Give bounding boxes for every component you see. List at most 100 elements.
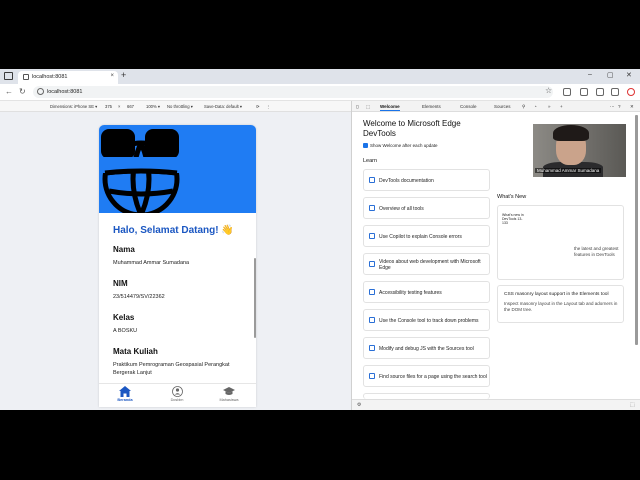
code-icon [369, 345, 375, 351]
nav-item-beranda[interactable]: Beranda [105, 386, 145, 402]
learn-card-devtools-docs[interactable]: DevTools documentation [363, 169, 490, 191]
learn-card-label: Accessibility testing features [379, 289, 442, 296]
add-tool-icon[interactable]: + [560, 104, 563, 109]
field-label-mata-kuliah: Mata Kuliah [113, 347, 158, 356]
more-options-icon[interactable]: ⋮ [266, 104, 270, 109]
learn-card-overview[interactable]: Overview of all tools [363, 197, 490, 219]
field-value-kelas: A BOSKU [113, 328, 138, 334]
emulated-viewport: Halo, Selamat Datang! 👋 Nama Muhammad Am… [0, 112, 351, 410]
console-icon [369, 317, 375, 323]
device-emulation-icon[interactable]: ▯ [356, 104, 358, 110]
devtools-tab-bar: ▯ ⬚ Welcome Elements Console Sources ⚲ ◔… [352, 101, 640, 112]
nav-label-beranda: Beranda [117, 398, 133, 402]
zoom-select[interactable]: 100% ▾ [146, 104, 160, 109]
refresh-icon[interactable]: ↻ [19, 87, 26, 96]
tab-sources[interactable]: Sources [494, 104, 511, 109]
device-toolbar: Dimensions: iPhone SE ▾ 375 × 667 100% ▾… [0, 101, 351, 112]
browser-tab-strip: localhost:8081 × + – ▢ ✕ [0, 69, 640, 84]
learn-card-sources[interactable]: Modify and debug JS with the Sources too… [363, 337, 490, 359]
learn-card-label: Use the Console tool to track down probl… [379, 317, 479, 324]
more-tools-icon[interactable]: » [548, 104, 551, 109]
performance-icon[interactable]: ◔ [534, 104, 537, 109]
learn-card-search[interactable]: Find source files for a page using the s… [363, 365, 490, 387]
whats-new-thumbnail: What's new in DevTools 13-133 [502, 213, 524, 225]
close-window-button[interactable]: ✕ [626, 71, 632, 79]
checkbox-checked-icon[interactable] [363, 143, 368, 148]
devtools-scrollbar[interactable] [635, 115, 638, 345]
settings-more-icon[interactable] [611, 88, 619, 96]
welcome-title: Welcome to Microsoft Edge DevTools [363, 119, 461, 138]
show-welcome-label: Show Welcome after each update [370, 143, 438, 148]
tab-title: localhost:8081 [32, 74, 68, 80]
css-masonry-description: Inspect masonry layout in the Layout tab… [504, 301, 618, 312]
window-menu-icon[interactable] [4, 72, 13, 80]
page-favicon-icon [23, 74, 29, 80]
rotate-icon[interactable]: ⟳ [256, 104, 260, 109]
back-icon[interactable]: ← [5, 87, 13, 96]
url-text: localhost:8081 [47, 89, 83, 95]
nav-item-dosbim[interactable]: Dosbim [157, 386, 197, 402]
site-info-icon[interactable] [37, 88, 44, 95]
accessibility-icon [369, 289, 375, 295]
learn-card-label: Overview of all tools [379, 205, 424, 212]
webcam-overlay: Muhammad Ammar Sumadana [533, 124, 626, 177]
learn-card-label: Modify and debug JS with the Sources too… [379, 345, 474, 352]
css-masonry-card[interactable]: CSS masonry layout support in the Elemen… [497, 285, 624, 323]
maximize-button[interactable]: ▢ [607, 71, 614, 79]
learn-card-console[interactable]: Use the Console tool to track down probl… [363, 309, 490, 331]
tab-console[interactable]: Console [460, 104, 477, 109]
home-icon [119, 386, 131, 397]
video-icon [369, 261, 375, 267]
nav-label-dosbim: Dosbim [170, 398, 184, 402]
tab-elements[interactable]: Elements [422, 104, 441, 109]
whats-new-card[interactable]: What's new in DevTools 13-133 the latest… [497, 205, 624, 280]
device-dimensions-select[interactable]: Dimensions: iPhone SE ▾ [50, 104, 97, 109]
overview-icon [369, 205, 375, 211]
url-input[interactable]: localhost:8081 [33, 86, 553, 98]
tab-close-icon[interactable]: × [110, 73, 114, 79]
learn-card-label: Find source files for a page using the s… [379, 373, 487, 380]
device-height-input[interactable]: 667 [127, 104, 134, 109]
throttle-select[interactable]: No throttling ▾ [167, 104, 193, 109]
learn-card-label: Videos about web development with Micros… [379, 258, 481, 272]
learn-card-copilot[interactable]: Use Copilot to explain Console errors [363, 225, 490, 247]
favorites-icon[interactable] [580, 88, 588, 96]
field-value-nim: 23/514479/SV/22362 [113, 294, 165, 300]
split-screen-icon[interactable] [563, 88, 571, 96]
devtools-drawer-bar: ⚙ ⬚ [352, 399, 640, 410]
learn-card-label: DevTools documentation [379, 177, 434, 184]
whats-new-heading: What's New [497, 194, 527, 200]
nav-item-mahasiswa[interactable]: Mahasiswa [209, 386, 249, 402]
page-scrollbar[interactable] [254, 258, 256, 338]
field-label-nim: NIM [113, 279, 128, 288]
nav-label-mahasiswa: Mahasiswa [219, 398, 239, 402]
collections-icon[interactable] [596, 88, 604, 96]
search-icon [369, 373, 375, 379]
new-tab-button[interactable]: + [121, 70, 126, 80]
field-value-mata-kuliah: Praktikum Pemrograman Geospasial Perangk… [113, 362, 230, 376]
help-icon[interactable]: ? [618, 104, 621, 109]
device-width-input[interactable]: 375 [105, 104, 112, 109]
minimize-button[interactable]: – [588, 71, 592, 78]
browser-tab[interactable]: localhost:8081 × [18, 71, 118, 84]
learn-card-accessibility[interactable]: Accessibility testing features [363, 281, 490, 303]
hero-banner [99, 125, 256, 213]
profile-content: Halo, Selamat Datang! 👋 Nama Muhammad Am… [113, 225, 253, 377]
favorite-star-icon[interactable]: ☆ [545, 86, 552, 95]
network-icon[interactable]: ⚲ [522, 104, 525, 110]
inspect-icon[interactable]: ⬚ [366, 104, 370, 110]
learn-card-videos[interactable]: Videos about web development with Micros… [363, 253, 490, 275]
copilot-icon[interactable] [627, 88, 635, 96]
learn-heading: Learn [363, 158, 378, 164]
css-masonry-title: CSS masonry layout support in the Elemen… [504, 292, 609, 297]
close-devtools-icon[interactable]: ✕ [630, 104, 634, 110]
devtools-menu-icon[interactable]: ⋯ [610, 104, 615, 110]
tab-welcome[interactable]: Welcome [380, 104, 400, 111]
mobile-app-screen: Halo, Selamat Datang! 👋 Nama Muhammad Am… [99, 125, 256, 407]
field-label-kelas: Kelas [113, 313, 135, 322]
drawer-toggle-icon[interactable]: ⚙ [357, 402, 361, 408]
save-data-select[interactable]: Save-Data: default ▾ [204, 104, 242, 109]
field-label-nama: Nama [113, 245, 135, 254]
drawer-menu-icon[interactable]: ⬚ [630, 402, 635, 408]
show-welcome-checkbox[interactable]: Show Welcome after each update [363, 143, 437, 148]
